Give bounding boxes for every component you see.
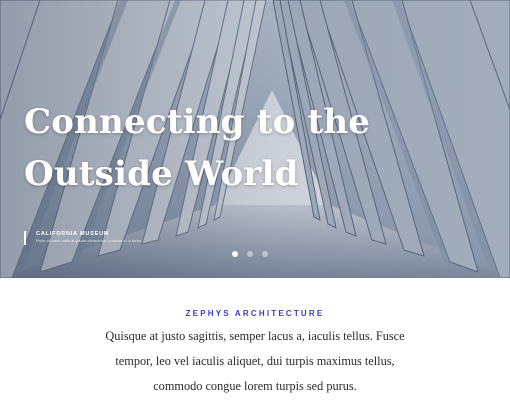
hero-caption-subtext: Proin sit amet nulla at ipsum elementum … [36,238,143,243]
hero-title-line-1: Connecting to the [24,102,371,142]
hero-title: Connecting to the Outside World [24,96,384,200]
hero-caption-kicker: CALIFORNIA MUSEUM [36,231,110,237]
section-eyebrow: ZEPHYS ARCHITECTURE [185,309,325,318]
hero-slider: Connecting to the Outside World CALIFORN… [0,0,510,278]
carousel-pagination [232,251,268,257]
hero-title-line-2: Outside World [24,154,299,194]
intro-paragraph: Quisque at justo sagittis, semper lacus … [105,329,405,393]
carousel-dot-1[interactable] [232,251,238,257]
carousel-dot-3[interactable] [262,251,268,257]
carousel-dot-2[interactable] [247,251,253,257]
hero-caption: CALIFORNIA MUSEUM Proin sit amet nulla a… [24,231,142,245]
